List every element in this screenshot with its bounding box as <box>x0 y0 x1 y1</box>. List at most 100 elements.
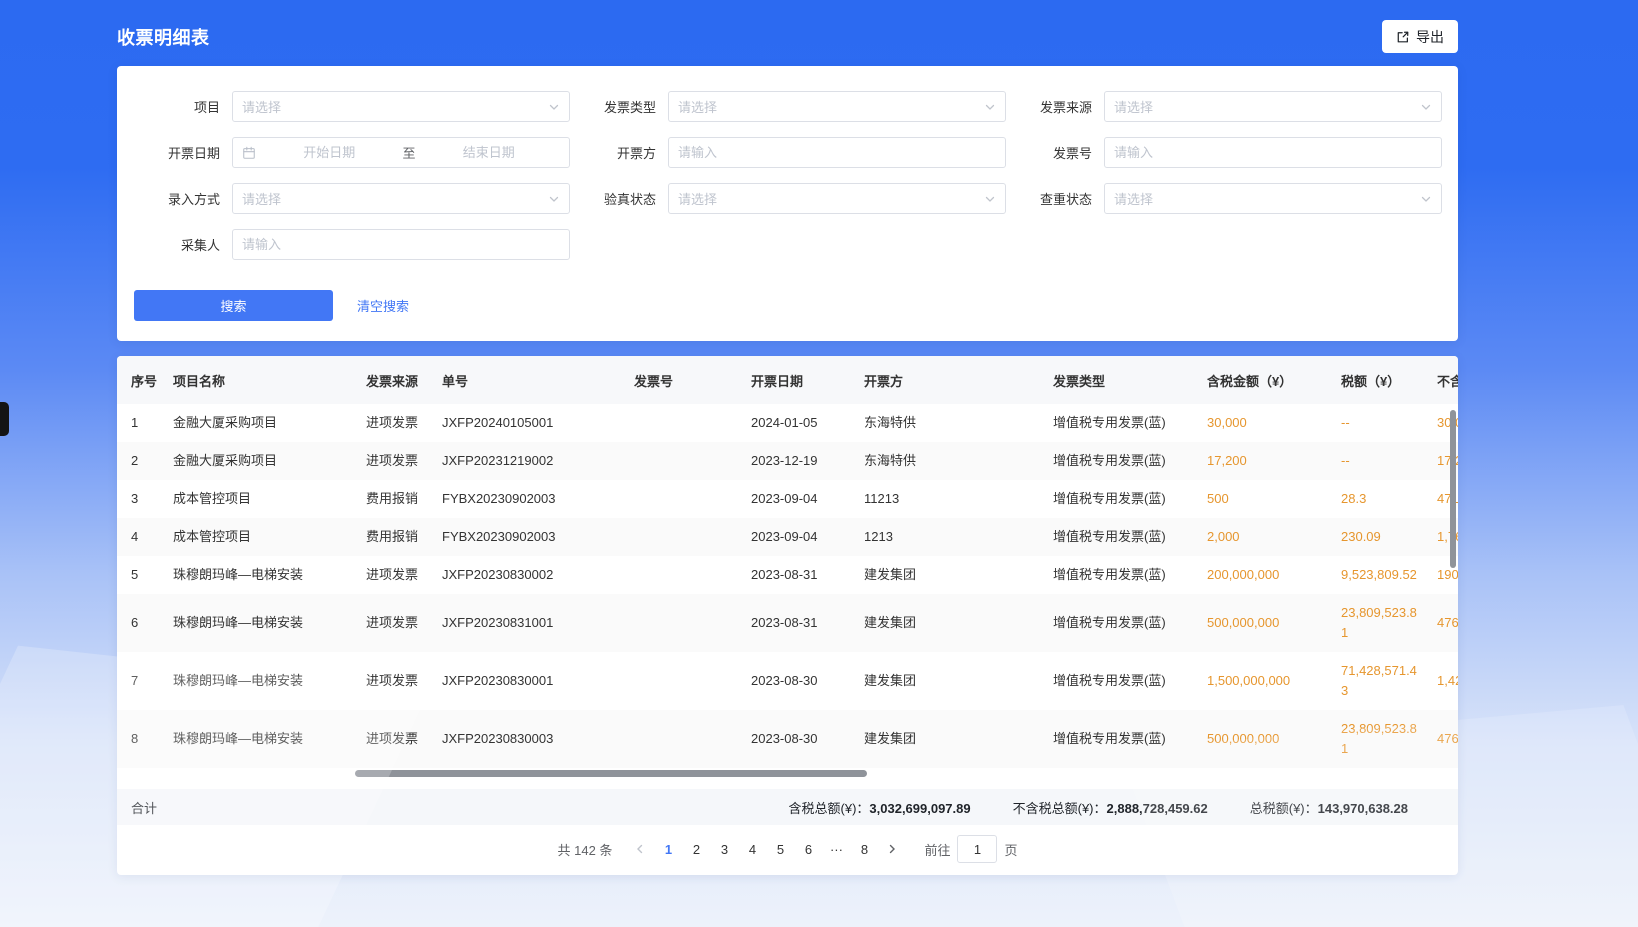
cell-date: 2023-09-04 <box>737 480 850 518</box>
table-row[interactable]: 7 珠穆朗玛峰—电梯安装 进项发票 JXFP20230830001 2023-0… <box>117 652 1458 710</box>
side-drawer-handle[interactable] <box>0 402 9 436</box>
total-amount-incl: 含税总额(¥)：3,032,699,097.89 <box>789 798 971 817</box>
page-button-3[interactable]: 3 <box>710 835 738 863</box>
entry-method-select[interactable]: 请选择 <box>232 183 570 214</box>
start-date-input[interactable] <box>258 145 401 160</box>
column-header-amount-excl: 不含税金额（¥） <box>1423 356 1458 404</box>
search-actions: 搜索 清空搜索 <box>134 290 1442 321</box>
column-header-invoice-no: 发票号 <box>620 356 737 404</box>
cell-invoice-no <box>620 556 737 594</box>
column-header-doc-no: 单号 <box>428 356 620 404</box>
drawer-input[interactable] <box>678 145 996 160</box>
export-button-label: 导出 <box>1416 27 1444 47</box>
collector-input[interactable] <box>242 237 560 252</box>
cell-drawer: 东海特供 <box>850 442 1039 480</box>
cell-project: 珠穆朗玛峰—电梯安装 <box>159 652 352 710</box>
chevron-down-icon <box>984 193 996 205</box>
date-range-picker[interactable]: 至 <box>232 137 570 168</box>
invoice-source-select-placeholder: 请选择 <box>1114 97 1153 116</box>
cell-amount-incl: 200,000,000 <box>1193 556 1327 594</box>
total-amount-excl-label: 不含税总额(¥)： <box>1013 801 1107 816</box>
cell-amount-excl: 476,190,476.19 <box>1423 710 1458 768</box>
chevron-down-icon <box>548 101 560 113</box>
cell-date: 2024-01-05 <box>737 404 850 442</box>
vertical-scrollbar[interactable] <box>1450 410 1456 568</box>
column-header-project: 项目名称 <box>159 356 352 404</box>
cell-no: 1 <box>117 404 159 442</box>
page-button-4[interactable]: 4 <box>738 835 766 863</box>
top-bar: 收票明细表 导出 <box>117 0 1458 66</box>
page-title: 收票明细表 <box>117 24 210 50</box>
cell-type: 增值税专用发票(蓝) <box>1039 652 1193 710</box>
dup-status-label: 查重状态 <box>1006 189 1104 208</box>
table-row[interactable]: 5 珠穆朗玛峰—电梯安装 进项发票 JXFP20230830002 2023-0… <box>117 556 1458 594</box>
more-pages-button[interactable]: ··· <box>822 835 850 863</box>
table-row[interactable]: 1 金融大厦采购项目 进项发票 JXFP20240105001 2024-01-… <box>117 404 1458 442</box>
cell-doc-no: JXFP20230830001 <box>428 652 620 710</box>
chevron-down-icon <box>1420 101 1432 113</box>
form-item-invoice-type: 发票类型 请选择 <box>570 91 1006 122</box>
cell-project: 金融大厦采购项目 <box>159 442 352 480</box>
cell-no: 7 <box>117 652 159 710</box>
cell-source: 费用报销 <box>352 518 428 556</box>
form-item-verify-status: 验真状态 请选择 <box>570 183 1006 214</box>
horizontal-scrollbar[interactable] <box>355 770 867 777</box>
export-button[interactable]: 导出 <box>1382 20 1458 53</box>
cell-source: 进项发票 <box>352 556 428 594</box>
cell-drawer: 建发集团 <box>850 710 1039 768</box>
cell-amount-incl: 500,000,000 <box>1193 594 1327 652</box>
cell-invoice-no <box>620 710 737 768</box>
page-button-1[interactable]: 1 <box>654 835 682 863</box>
form-item-invoice-no: 发票号 <box>1006 137 1442 168</box>
cell-invoice-no <box>620 652 737 710</box>
form-item-invoice-source: 发票来源 请选择 <box>1006 91 1442 122</box>
date-range-separator: 至 <box>401 143 418 162</box>
cell-no: 2 <box>117 442 159 480</box>
cell-no: 4 <box>117 518 159 556</box>
form-item-project: 项目 请选择 <box>134 91 570 122</box>
end-date-input[interactable] <box>418 145 561 160</box>
table-row[interactable]: 4 成本管控项目 费用报销 FYBX20230902003 2023-09-04… <box>117 518 1458 556</box>
invoice-no-input-wrap <box>1104 137 1442 168</box>
cell-date: 2023-08-31 <box>737 594 850 652</box>
table-row[interactable]: 6 珠穆朗玛峰—电梯安装 进项发票 JXFP20230831001 2023-0… <box>117 594 1458 652</box>
clear-search-link[interactable]: 清空搜索 <box>357 296 409 315</box>
invoice-type-select[interactable]: 请选择 <box>668 91 1006 122</box>
search-button[interactable]: 搜索 <box>134 290 333 321</box>
invoice-source-select[interactable]: 请选择 <box>1104 91 1442 122</box>
page-button-6[interactable]: 6 <box>794 835 822 863</box>
cell-no: 8 <box>117 710 159 768</box>
table-row[interactable]: 8 珠穆朗玛峰—电梯安装 进项发票 JXFP20230830003 2023-0… <box>117 710 1458 768</box>
project-select[interactable]: 请选择 <box>232 91 570 122</box>
table-row[interactable]: 2 金融大厦采购项目 进项发票 JXFP20231219002 2023-12-… <box>117 442 1458 480</box>
page-button-2[interactable]: 2 <box>682 835 710 863</box>
cell-amount-excl: 476,190,476.19 <box>1423 594 1458 652</box>
total-count: 共 142 条 <box>558 840 613 859</box>
total-tax-label: 总税额(¥)： <box>1250 801 1318 816</box>
goto-page-input[interactable] <box>957 835 997 863</box>
total-tax-value: 143,970,638.28 <box>1318 801 1408 816</box>
cell-tax: 23,809,523.81 <box>1327 594 1423 652</box>
goto-page: 前往 页 <box>924 835 1017 863</box>
cell-type: 增值税专用发票(蓝) <box>1039 480 1193 518</box>
next-page-button[interactable] <box>878 835 906 863</box>
cell-no: 5 <box>117 556 159 594</box>
verify-status-label: 验真状态 <box>570 189 668 208</box>
verify-status-select[interactable]: 请选择 <box>668 183 1006 214</box>
table-row[interactable]: 3 成本管控项目 费用报销 FYBX20230902003 2023-09-04… <box>117 480 1458 518</box>
page-button-5[interactable]: 5 <box>766 835 794 863</box>
prev-page-button[interactable] <box>626 835 654 863</box>
page-button-8[interactable]: 8 <box>850 835 878 863</box>
invoice-no-input[interactable] <box>1114 145 1432 160</box>
horizontal-scrollbar-track <box>117 770 1458 778</box>
cell-amount-incl: 30,000 <box>1193 404 1327 442</box>
cell-invoice-no <box>620 594 737 652</box>
cell-tax: 23,809,523.81 <box>1327 710 1423 768</box>
cell-source: 进项发票 <box>352 404 428 442</box>
dup-status-select[interactable]: 请选择 <box>1104 183 1442 214</box>
cell-amount-incl: 500,000,000 <box>1193 710 1327 768</box>
chevron-down-icon <box>548 193 560 205</box>
collector-input-wrap <box>232 229 570 260</box>
verify-status-select-placeholder: 请选择 <box>678 189 717 208</box>
drawer-input-wrap <box>668 137 1006 168</box>
